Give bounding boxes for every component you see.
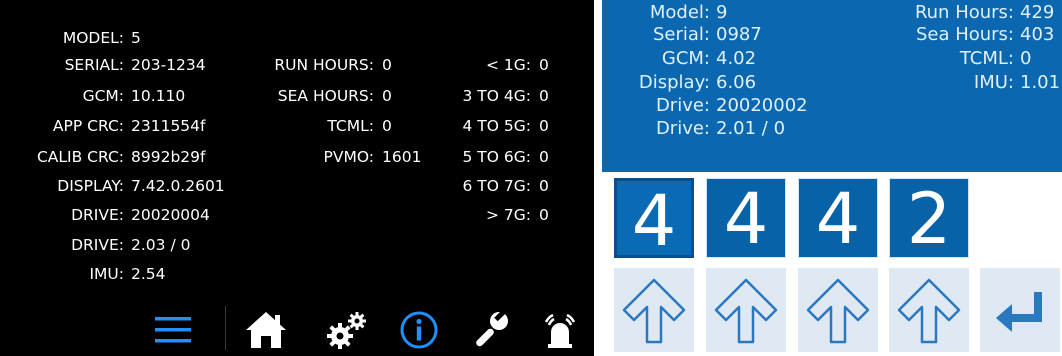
g-under-1-value: 0 [539,56,549,74]
tcml-value: 0 [382,117,392,135]
increment-digit-1-button[interactable] [614,268,694,352]
g-3-4-label: 3 TO 4G: [462,87,531,105]
g-6-7-label: 6 TO 7G: [462,177,531,195]
code-digit-4[interactable]: 2 [889,178,969,259]
model-value: 5 [131,29,141,47]
code-digit-1[interactable]: 4 [614,178,694,261]
home-icon [246,312,286,348]
pvmo-value: 1601 [382,148,422,166]
enter-icon [996,292,1042,332]
code-digit-3[interactable]: 4 [798,178,878,259]
right-display-value: 6.06 [716,72,757,93]
right-sea-hours-value: 403 [1020,24,1055,45]
code-digit-2[interactable]: 4 [706,178,786,259]
app-crc-label: APP CRC: [52,117,124,135]
tcml-label: TCML: [327,117,374,135]
wrench-icon [476,310,508,347]
right-serial-label: Serial: [653,24,710,45]
alarm-icon [544,313,576,348]
display-value: 7.42.0.2601 [131,177,225,195]
info-icon [400,311,438,349]
right-gcm-value: 4.02 [716,48,757,69]
g-under-1-label: < 1G: [485,56,531,74]
enter-button[interactable] [980,268,1060,352]
serial-label: SERIAL: [64,56,124,74]
right-tcml-value: 0 [1020,48,1032,69]
arrow-up-icon [714,278,778,344]
right-model-label: Model: [649,2,710,23]
display-label: DISPLAY: [57,177,124,195]
increment-digit-2-button[interactable] [706,268,786,352]
gcm-label: GCM: [82,87,124,105]
sea-hours-value: 0 [382,87,392,105]
g-6-7-value: 0 [539,177,549,195]
g-4-5-value: 0 [539,117,549,135]
right-info-panel: Model: 9 Serial: 0987 GCM: 4.02 Display:… [602,0,1062,356]
app-crc-value: 2311554f [131,117,206,135]
drive-label: DRIVE: [71,206,124,224]
right-run-hours-label: Run Hours: [914,2,1014,23]
g-over-7-value: 0 [539,206,549,224]
imu-value: 2.54 [131,265,166,283]
nav-divider [225,306,226,350]
imu-label: IMU: [89,265,124,283]
calib-crc-label: CALIB CRC: [36,148,124,166]
sea-hours-label: SEA HOURS: [277,87,374,105]
right-sea-hours-label: Sea Hours: [915,24,1014,45]
drive-value: 20020004 [131,206,210,224]
right-gcm-label: GCM: [661,48,710,69]
increment-digit-3-button[interactable] [798,268,878,352]
calib-crc-value: 8992b29f [131,148,206,166]
home-button[interactable] [242,308,290,352]
left-info-panel: MODEL: 5 SERIAL: 203-1234 GCM: 10.110 AP… [0,0,594,356]
right-run-hours-value: 429 [1020,2,1055,23]
right-drive-value: 20020002 [716,95,808,116]
increment-digit-4-button[interactable] [889,268,969,352]
menu-button[interactable] [150,310,196,350]
right-display-label: Display: [638,72,710,93]
g-3-4-value: 0 [539,87,549,105]
right-serial-value: 0987 [716,24,762,45]
run-hours-value: 0 [382,56,392,74]
arrow-up-icon [897,278,961,344]
right-imu-value: 1.01 [1020,72,1061,93]
menu-icon [155,317,191,343]
serial-value: 203-1234 [131,56,206,74]
right-drive-version-label: Drive: [655,118,710,139]
arrow-up-icon [622,278,686,344]
info-button[interactable] [396,308,442,352]
right-imu-label: IMU: [973,72,1014,93]
right-tcml-label: TCML: [959,48,1014,69]
gcm-value: 10.110 [131,87,186,105]
g-5-6-label: 5 TO 6G: [462,148,531,166]
arrow-up-icon [806,278,870,344]
right-model-value: 9 [716,2,728,23]
drive-version-value: 2.03 / 0 [131,236,191,254]
run-hours-label: RUN HOURS: [274,56,374,74]
tools-button[interactable] [466,308,514,352]
g-4-5-label: 4 TO 5G: [462,117,531,135]
g-over-7-label: > 7G: [485,206,531,224]
g-5-6-value: 0 [539,148,549,166]
gears-icon [327,312,366,349]
right-info-header: Model: 9 Serial: 0987 GCM: 4.02 Display:… [602,0,1062,172]
alarm-button[interactable] [536,308,584,352]
model-label: MODEL: [62,29,124,47]
right-drive-version-value: 2.01 / 0 [716,118,786,139]
settings-button[interactable] [322,308,372,352]
drive-version-label: DRIVE: [71,236,124,254]
right-drive-label: Drive: [655,95,710,116]
pvmo-label: PVMO: [323,148,374,166]
